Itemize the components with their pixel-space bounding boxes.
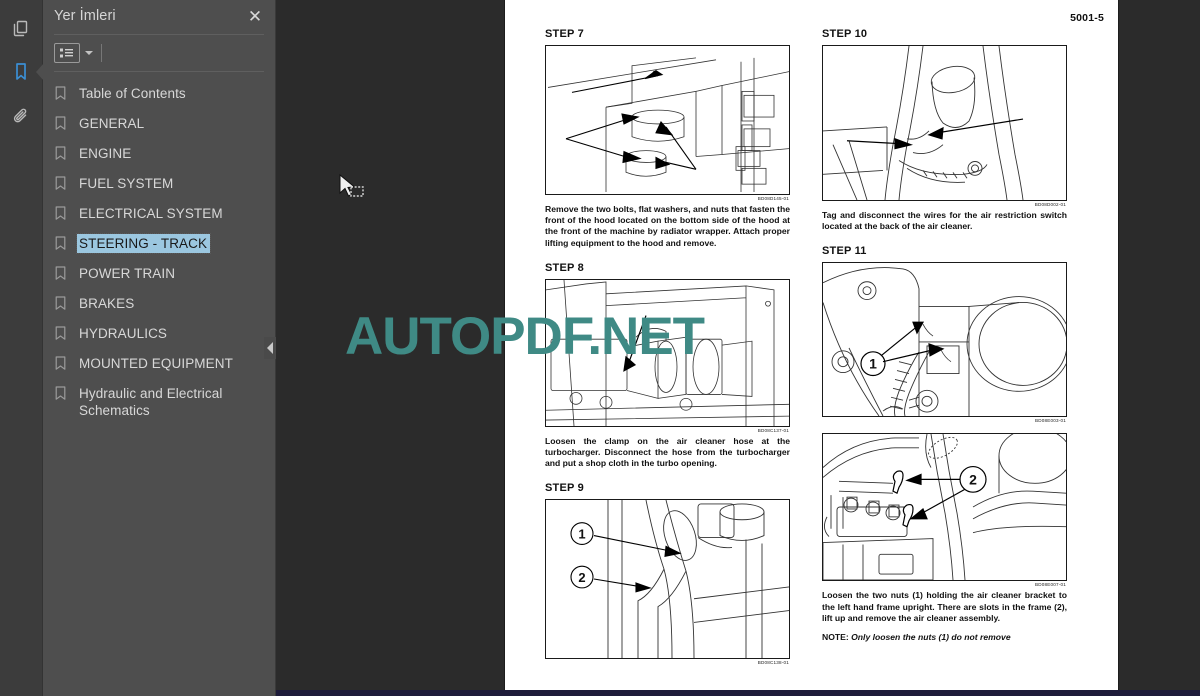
svg-text:2: 2: [578, 570, 585, 585]
toolbar-divider: [101, 44, 102, 62]
bookmark-item[interactable]: ELECTRICAL SYSTEM: [43, 200, 275, 230]
figure-code: BD08C138-01: [757, 660, 789, 666]
note-label: NOTE:: [822, 632, 849, 643]
bookmark-item-icon: [55, 204, 77, 226]
bookmark-item-label: ENGINE: [79, 146, 132, 161]
figure-code: BD08D002-01: [1034, 202, 1066, 207]
note-text: NOTE: Only loosen the nuts (1) do not re…: [822, 632, 1067, 643]
figure-code: BD08E007-01: [1034, 582, 1066, 588]
bookmark-item-label: GENERAL: [79, 116, 145, 131]
bookmark-item-icon: [55, 234, 77, 256]
horizontal-scrollbar[interactable]: [276, 690, 1200, 696]
bookmarks-panel: Yer İmleri ✕ Table of Contents GENERAL E…: [43, 0, 276, 696]
chevron-down-icon[interactable]: [85, 51, 93, 55]
bookmark-item-icon: [55, 144, 77, 166]
bookmark-item-label: FUEL SYSTEM: [79, 176, 174, 191]
bookmark-item-icon: [55, 324, 77, 346]
bookmark-item-icon: [55, 114, 77, 136]
bookmark-item-label: Table of Contents: [79, 86, 186, 101]
svg-text:2: 2: [969, 472, 977, 488]
pdf-reader-window: Yer İmleri ✕ Table of Contents GENERAL E…: [0, 0, 1200, 696]
mouse-cursor: [339, 173, 364, 197]
bookmarks-list: Table of Contents GENERAL ENGINE FUEL SY…: [43, 72, 275, 696]
step-caption: Loosen the clamp on the air cleaner hose…: [545, 435, 790, 469]
step-heading: STEP 11: [822, 245, 867, 258]
page-number: 5001-5: [1070, 12, 1104, 24]
bookmark-item-icon: [55, 84, 77, 106]
figure-code: BD08D145-01: [757, 196, 789, 201]
bookmark-item[interactable]: MOUNTED EQUIPMENT: [43, 350, 275, 380]
list-options-icon[interactable]: [54, 43, 80, 63]
thumbnails-icon[interactable]: [0, 6, 43, 50]
bookmark-item[interactable]: GENERAL: [43, 110, 275, 140]
sidebar-icon-rail: [0, 0, 43, 696]
bookmark-item-label: MOUNTED EQUIPMENT: [79, 356, 233, 371]
bookmark-item[interactable]: BRAKES: [43, 290, 275, 320]
bookmark-item-icon: [55, 384, 77, 406]
collapse-panel-icon[interactable]: [264, 337, 276, 359]
bookmarks-panel-header: Yer İmleri ✕: [43, 0, 275, 32]
step-caption: Remove the two bolts, flat washers, and …: [545, 204, 790, 248]
figure-step-7: [545, 45, 790, 195]
bookmark-item-label: BRAKES: [79, 296, 135, 311]
figure-step-10: [822, 45, 1067, 201]
step-heading: STEP 9: [545, 482, 584, 495]
bookmark-item-label: POWER TRAIN: [79, 266, 176, 281]
svg-text:1: 1: [869, 356, 877, 372]
bookmark-item-icon: [55, 354, 77, 376]
step-heading: STEP 7: [545, 28, 584, 40]
bookmark-item-icon: [55, 174, 77, 196]
bookmark-item[interactable]: FUEL SYSTEM: [43, 170, 275, 200]
bookmark-item-icon: [55, 294, 77, 316]
document-viewer[interactable]: 5001-5 STEP 7 BD08D145-01 Remove the two…: [276, 0, 1200, 696]
bookmark-item-label: ELECTRICAL SYSTEM: [79, 206, 223, 221]
bookmark-item[interactable]: Hydraulic and Electrical Schematics: [43, 380, 275, 424]
bookmark-item-label: STEERING - TRACK: [75, 233, 212, 254]
figure-code: BD08C137-01: [757, 427, 789, 433]
attachment-icon[interactable]: [0, 94, 43, 138]
bookmark-item[interactable]: POWER TRAIN: [43, 260, 275, 290]
watermark: AUTOPDF.NET: [345, 307, 705, 366]
bookmark-item[interactable]: Table of Contents: [43, 80, 275, 110]
right-column: STEP 10 BD08D002-01 Tag and disconnect t…: [822, 28, 1067, 667]
panel-title: Yer İmleri: [54, 8, 116, 24]
step-caption: Tag and disconnect the wires for the air…: [822, 210, 1067, 232]
bookmark-item-icon: [55, 264, 77, 286]
bookmark-item-steering-track[interactable]: STEERING - TRACK: [43, 230, 275, 260]
step-heading: STEP 10: [822, 28, 868, 40]
figure-code: BD08E003-01: [1034, 418, 1066, 424]
bookmark-item[interactable]: ENGINE: [43, 140, 275, 170]
figure-step-11-b: 2: [822, 433, 1067, 582]
bookmarks-toolbar: [43, 35, 275, 71]
step-caption: Loosen the two nuts (1) holding the air …: [822, 590, 1067, 623]
figure-step-9: 1 2: [545, 499, 790, 660]
note-body: Only loosen the nuts (1) do not remove: [851, 632, 1011, 643]
bookmark-item-label: Hydraulic and Electrical Schematics: [79, 386, 223, 418]
bookmark-item-label: HYDRAULICS: [79, 326, 168, 341]
step-heading: STEP 8: [545, 261, 584, 274]
bookmark-icon[interactable]: [0, 50, 43, 94]
svg-text:1: 1: [578, 527, 585, 542]
close-icon[interactable]: ✕: [245, 8, 265, 25]
bookmark-item[interactable]: HYDRAULICS: [43, 320, 275, 350]
figure-step-11-a: 1: [822, 262, 1067, 418]
